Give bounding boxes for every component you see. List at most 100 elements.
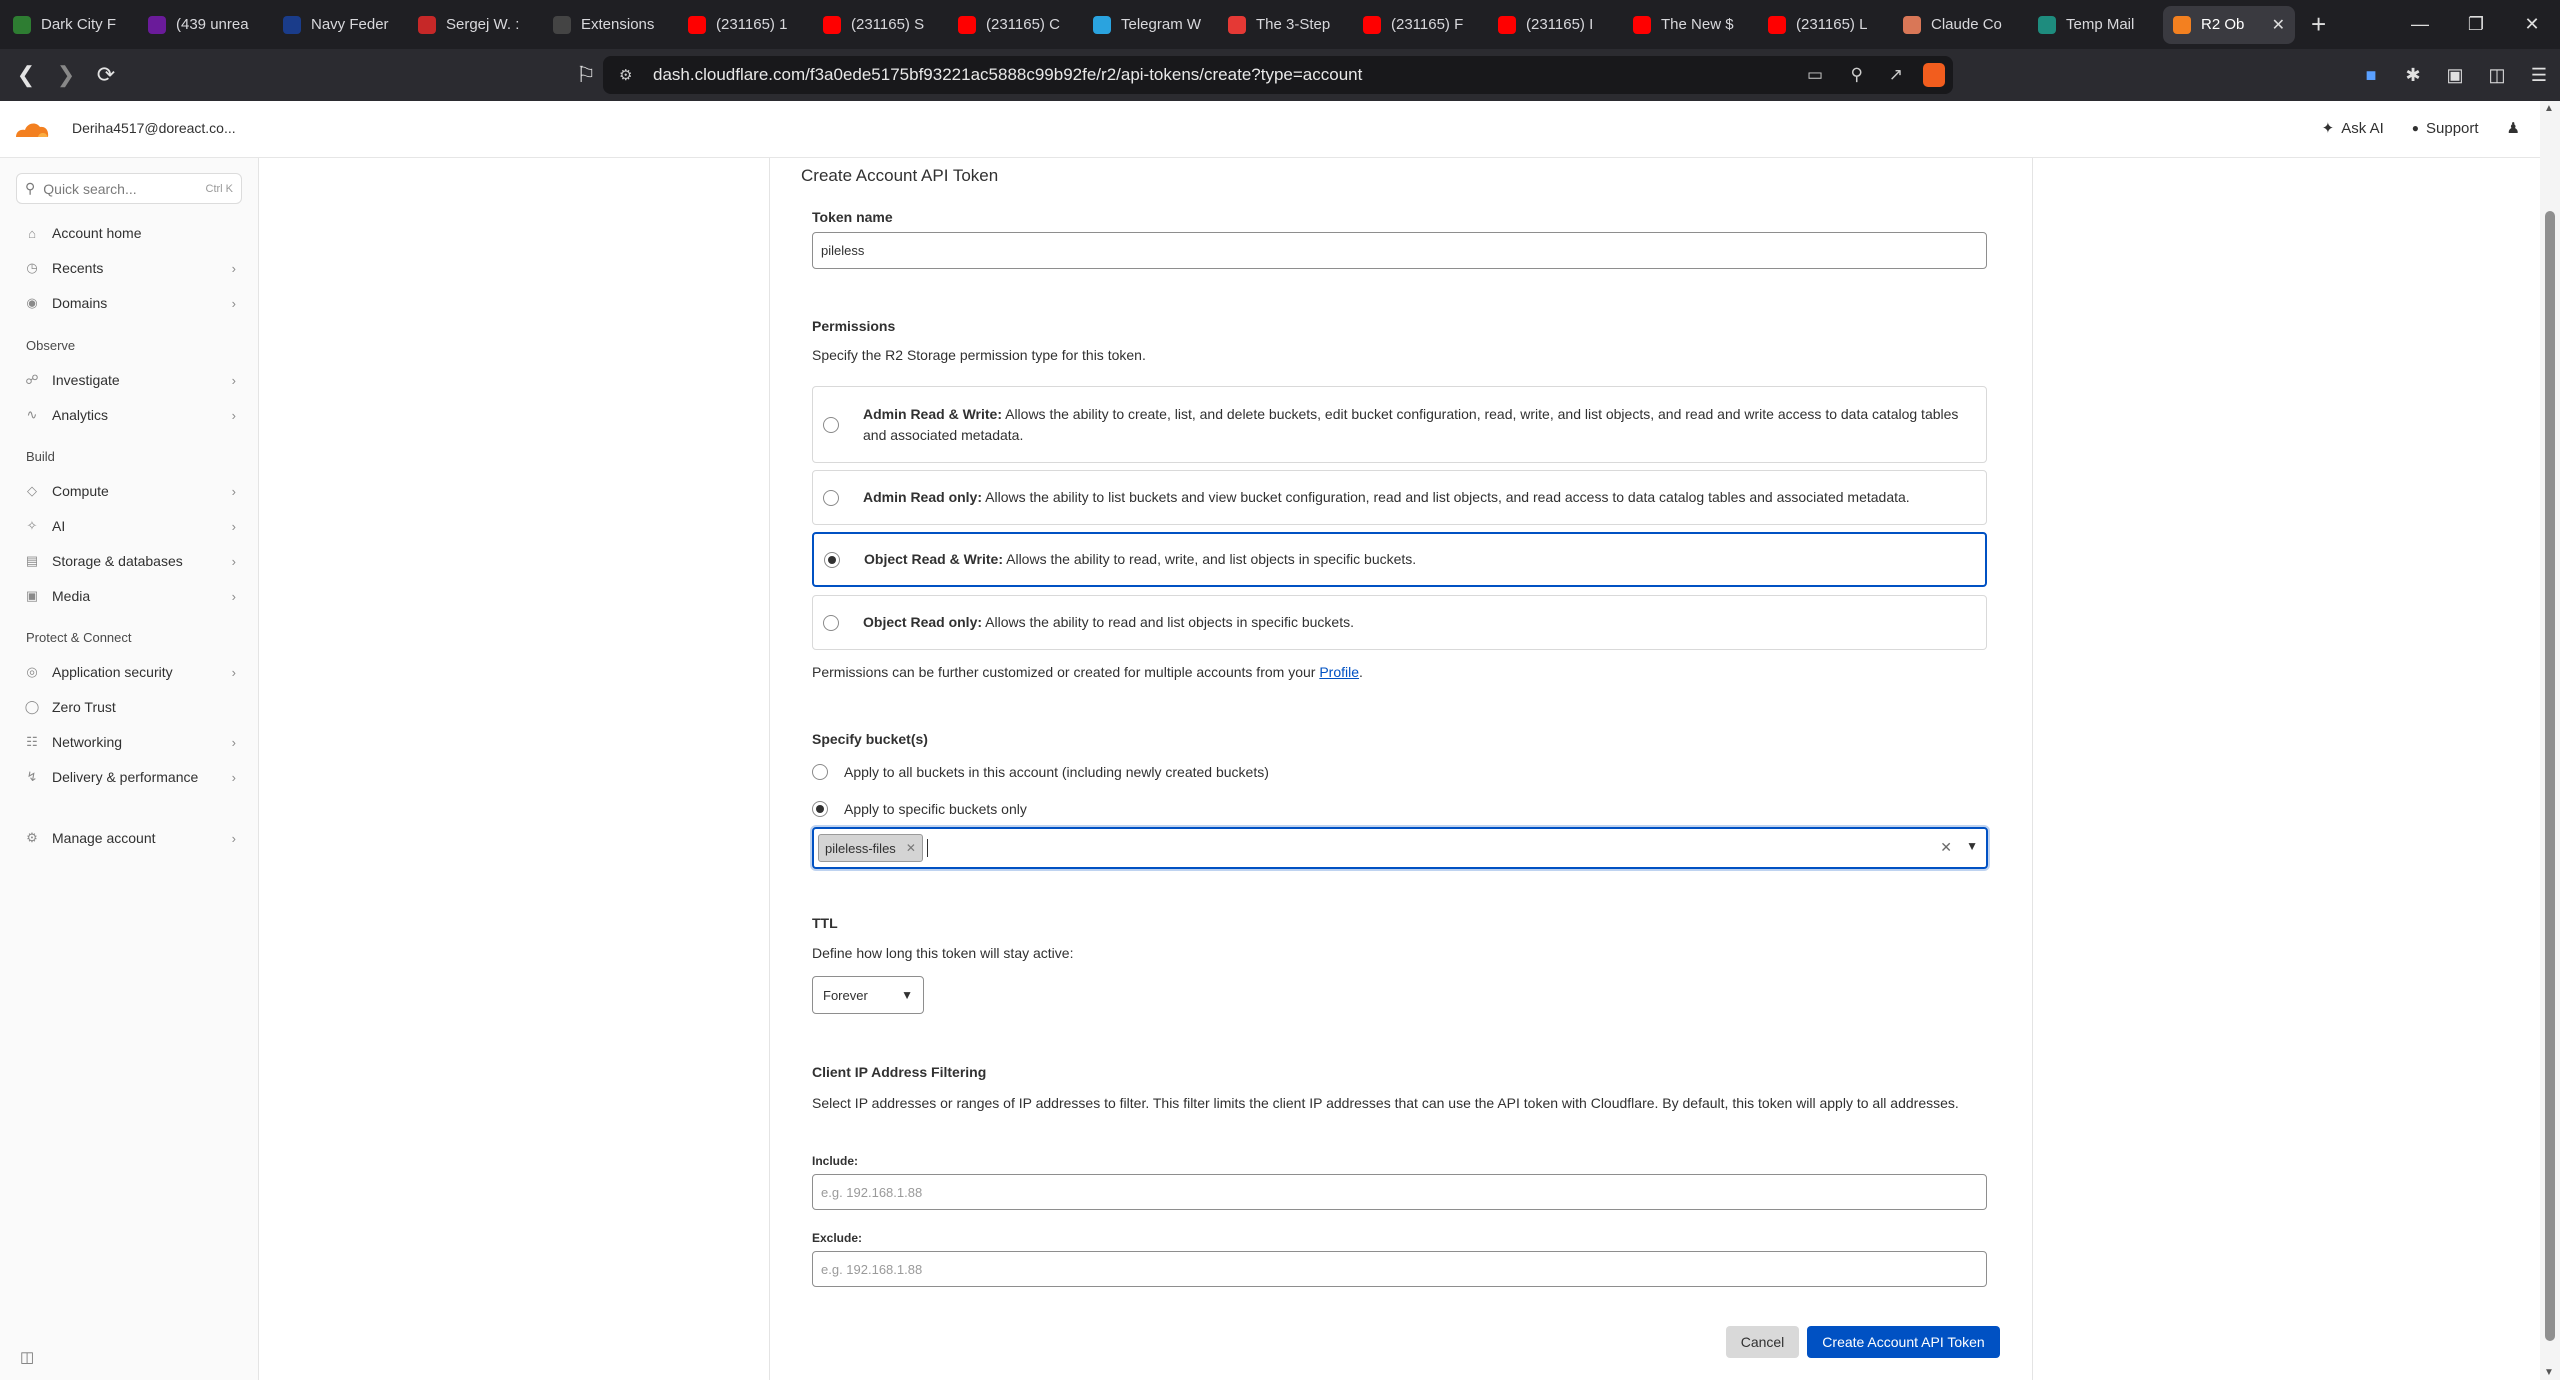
bookmark-icon[interactable]: ⚐ [566,62,606,88]
restore-icon[interactable]: ❐ [2448,14,2504,35]
ttl-select[interactable]: Forever ▼ [812,976,924,1014]
sidebar-toggle-icon[interactable]: ◫ [2476,65,2518,86]
sidebar-item-label: Networking [52,734,123,750]
user-menu-button[interactable]: ♟ [2507,119,2520,137]
globe-icon: ◉ [26,295,38,310]
site-settings-icon[interactable]: ⚙ [619,66,632,84]
quick-search-input[interactable]: ⚲ Quick search... Ctrl K [16,173,242,204]
radio-object-read-only[interactable] [823,614,839,631]
reload-icon[interactable]: ⟳ [86,62,126,88]
new-tab-icon[interactable]: + [2311,9,2326,40]
account-name[interactable]: Deriha4517@doreact.co... [72,120,236,136]
remove-chip-icon[interactable]: ✕ [906,841,916,855]
ai-icon: ✧ [26,518,38,533]
url-bar[interactable]: ⚙ dash.cloudflare.com/f3a0ede5175bf93221… [603,56,1953,94]
minimize-icon[interactable]: — [2392,14,2448,35]
scrollbar-thumb[interactable] [2545,211,2555,1341]
ask-ai-button[interactable]: ✦ Ask AI [2322,119,2384,138]
sidebar-item-networking[interactable]: ☷ Networking › [24,727,236,757]
radio-all-buckets[interactable] [812,764,828,780]
cast-icon[interactable]: ▭ [1807,65,1823,85]
sidebar-item-delivery-performance[interactable]: ↯ Delivery & performance › [24,762,236,792]
bucket-chip-label: pileless-files [825,840,896,856]
sidebar-item-label: Analytics [52,407,109,423]
sidebar-item-label: Storage & databases [52,553,183,569]
share-icon[interactable]: ↗ [1889,65,1903,85]
permission-text: Object Read only: Allows the ability to … [863,612,1354,633]
sidebar-item-recents[interactable]: ◷ Recents › [24,253,236,283]
browser-tab[interactable]: The New $ [1623,6,1755,44]
browser-tab[interactable]: (439 unrea [138,6,270,44]
bucket-multiselect[interactable]: pileless-files ✕ ✕ ▼ [812,827,1988,869]
browser-tab[interactable]: R2 Ob ✕ [2163,5,2295,44]
browser-tab[interactable]: Temp Mail [2028,6,2160,44]
include-input[interactable]: e.g. 192.168.1.88 [812,1174,1987,1210]
close-tab-icon[interactable]: ✕ [2272,15,2285,35]
menu-icon[interactable]: ☰ [2518,65,2560,86]
permission-object-read-only[interactable]: Object Read only: Allows the ability to … [812,595,1987,650]
browser-tab[interactable]: (231165) S [813,6,945,44]
sidebar-item-storage[interactable]: ▤ Storage & databases › [24,546,236,576]
sidebar-item-application-security[interactable]: ◎ Application security › [24,657,236,687]
radio-specific-buckets[interactable] [812,801,828,817]
browser-tab[interactable]: (231165) 1 [678,6,810,44]
browser-tab[interactable]: Claude Co [1893,6,2025,44]
scroll-up-icon[interactable]: ▲ [2544,103,2554,114]
browser-tab-bar: Dark City F (439 unrea Navy Feder Sergej W.… [0,0,2560,49]
token-name-input[interactable]: pileless [812,232,1987,269]
lightning-icon: ↯ [26,769,38,784]
create-token-button[interactable]: Create Account API Token [1807,1326,2000,1358]
sidebar-item-label: Zero Trust [52,699,116,715]
cancel-button[interactable]: Cancel [1726,1326,1799,1358]
zoom-icon[interactable]: ⚲ [1851,65,1863,85]
browser-tab[interactable]: Telegram W [1083,6,1215,44]
sidebar-item-investigate[interactable]: ☍ Investigate › [24,365,236,395]
cloudflare-logo-icon[interactable] [12,117,52,141]
browser-tab[interactable]: (231165) L [1758,6,1890,44]
support-button[interactable]: ● Support [2412,119,2479,137]
browser-tab[interactable]: (231165) C [948,6,1080,44]
brave-shield-icon[interactable] [1923,63,1945,87]
bucket-option-all[interactable]: Apply to all buckets in this account (in… [812,764,1269,780]
radio-admin-read-write[interactable] [823,416,839,433]
browser-tab[interactable]: Sergej W. : [408,6,540,44]
permission-title: Admin Read only: [863,489,983,505]
database-icon: ▤ [25,553,39,568]
close-window-icon[interactable]: ✕ [2504,14,2560,35]
browser-tab[interactable]: Navy Feder [273,6,405,44]
bucket-option-specific[interactable]: Apply to specific buckets only [812,801,1027,817]
extensions-icon[interactable]: ✱ [2392,65,2434,86]
sidebar-item-media[interactable]: ▣ Media › [24,581,236,611]
browser-tab[interactable]: (231165) I [1488,6,1620,44]
profile-link[interactable]: Profile [1319,664,1359,680]
tempmail-icon [2038,15,2056,34]
clear-selection-icon[interactable]: ✕ [1940,839,1952,856]
page-scrollbar[interactable]: ▲ ▼ [2540,101,2560,1380]
sidebar-item-compute[interactable]: ◇ Compute › [24,476,236,506]
extension-badge-icon[interactable]: ■ [2350,65,2392,86]
browser-tab[interactable]: Dark City F [3,6,135,44]
permission-admin-read-write[interactable]: Admin Read & Write: Allows the ability t… [812,386,1987,463]
sidebar-item-account-home[interactable]: ⌂ Account home [24,218,236,248]
chevron-down-icon[interactable]: ▼ [1966,839,1978,853]
sidebar-item-ai[interactable]: ✧ AI › [24,511,236,541]
wallet-icon[interactable]: ▣ [2434,65,2476,86]
sidebar-item-zero-trust[interactable]: ◯ Zero Trust [24,692,236,722]
radio-object-read-write[interactable] [824,551,840,568]
browser-tab[interactable]: (231165) F [1353,6,1485,44]
browser-tab[interactable]: Extensions [543,6,675,44]
forward-icon[interactable]: ❯ [46,62,86,88]
browser-tab[interactable]: The 3-Step [1218,6,1350,44]
exclude-input[interactable]: e.g. 192.168.1.88 [812,1251,1987,1287]
window-controls: — ❐ ✕ [2392,0,2560,49]
radio-admin-read-only[interactable] [823,489,839,506]
mail-icon [148,15,166,34]
sidebar-item-analytics[interactable]: ∿ Analytics › [24,400,236,430]
sidebar-item-domains[interactable]: ◉ Domains › [24,288,236,318]
scroll-down-icon[interactable]: ▼ [2544,1367,2554,1378]
sidebar-item-manage-account[interactable]: ⚙ Manage account › [24,823,236,853]
collapse-sidebar-icon[interactable]: ◫ [20,1348,34,1366]
permission-admin-read-only[interactable]: Admin Read only: Allows the ability to l… [812,470,1987,525]
back-icon[interactable]: ❮ [6,62,46,88]
permission-object-read-write[interactable]: Object Read & Write: Allows the ability … [812,532,1987,587]
